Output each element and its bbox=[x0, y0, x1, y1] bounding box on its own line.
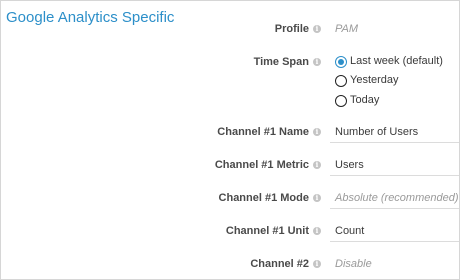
profile-label: Profile bbox=[274, 23, 309, 35]
channel1-name-label: Channel #1 Name bbox=[217, 126, 309, 138]
channel1-unit-label: Channel #1 Unit bbox=[225, 225, 309, 237]
input-underline bbox=[330, 142, 459, 143]
channel1-metric-input[interactable]: Users bbox=[335, 159, 364, 171]
radio-unchecked-icon[interactable] bbox=[335, 75, 347, 87]
radio-unchecked-icon[interactable] bbox=[335, 95, 347, 107]
radio-label: Yesterday bbox=[350, 74, 399, 86]
channel1-name-input[interactable]: Number of Users bbox=[335, 126, 418, 138]
time-span-label: Time Span bbox=[253, 56, 309, 68]
info-icon[interactable]: i bbox=[313, 25, 321, 33]
info-icon[interactable]: i bbox=[313, 260, 321, 268]
radio-checked-icon[interactable] bbox=[335, 56, 347, 68]
channel1-unit-input[interactable]: Count bbox=[335, 225, 364, 237]
settings-panel: Google Analytics Specific Profile i PAM … bbox=[0, 0, 460, 280]
profile-value[interactable]: PAM bbox=[335, 23, 358, 35]
channel2-select[interactable]: Disable bbox=[335, 258, 372, 270]
input-underline bbox=[330, 208, 459, 209]
input-underline bbox=[330, 175, 459, 176]
channel1-metric-label: Channel #1 Metric bbox=[214, 159, 309, 171]
radio-label: Today bbox=[350, 94, 380, 106]
info-icon[interactable]: i bbox=[313, 58, 321, 66]
info-icon[interactable]: i bbox=[313, 227, 321, 235]
info-icon[interactable]: i bbox=[313, 161, 321, 169]
info-icon[interactable]: i bbox=[313, 128, 321, 136]
input-underline bbox=[330, 241, 459, 242]
radio-label: Last week (default) bbox=[350, 55, 443, 67]
info-icon[interactable]: i bbox=[313, 194, 321, 202]
channel1-mode-label: Channel #1 Mode bbox=[218, 192, 309, 204]
section-title: Google Analytics Specific bbox=[6, 9, 175, 26]
channel1-mode-select[interactable]: Absolute (recommended) bbox=[335, 192, 459, 204]
channel2-label: Channel #2 bbox=[250, 258, 309, 270]
